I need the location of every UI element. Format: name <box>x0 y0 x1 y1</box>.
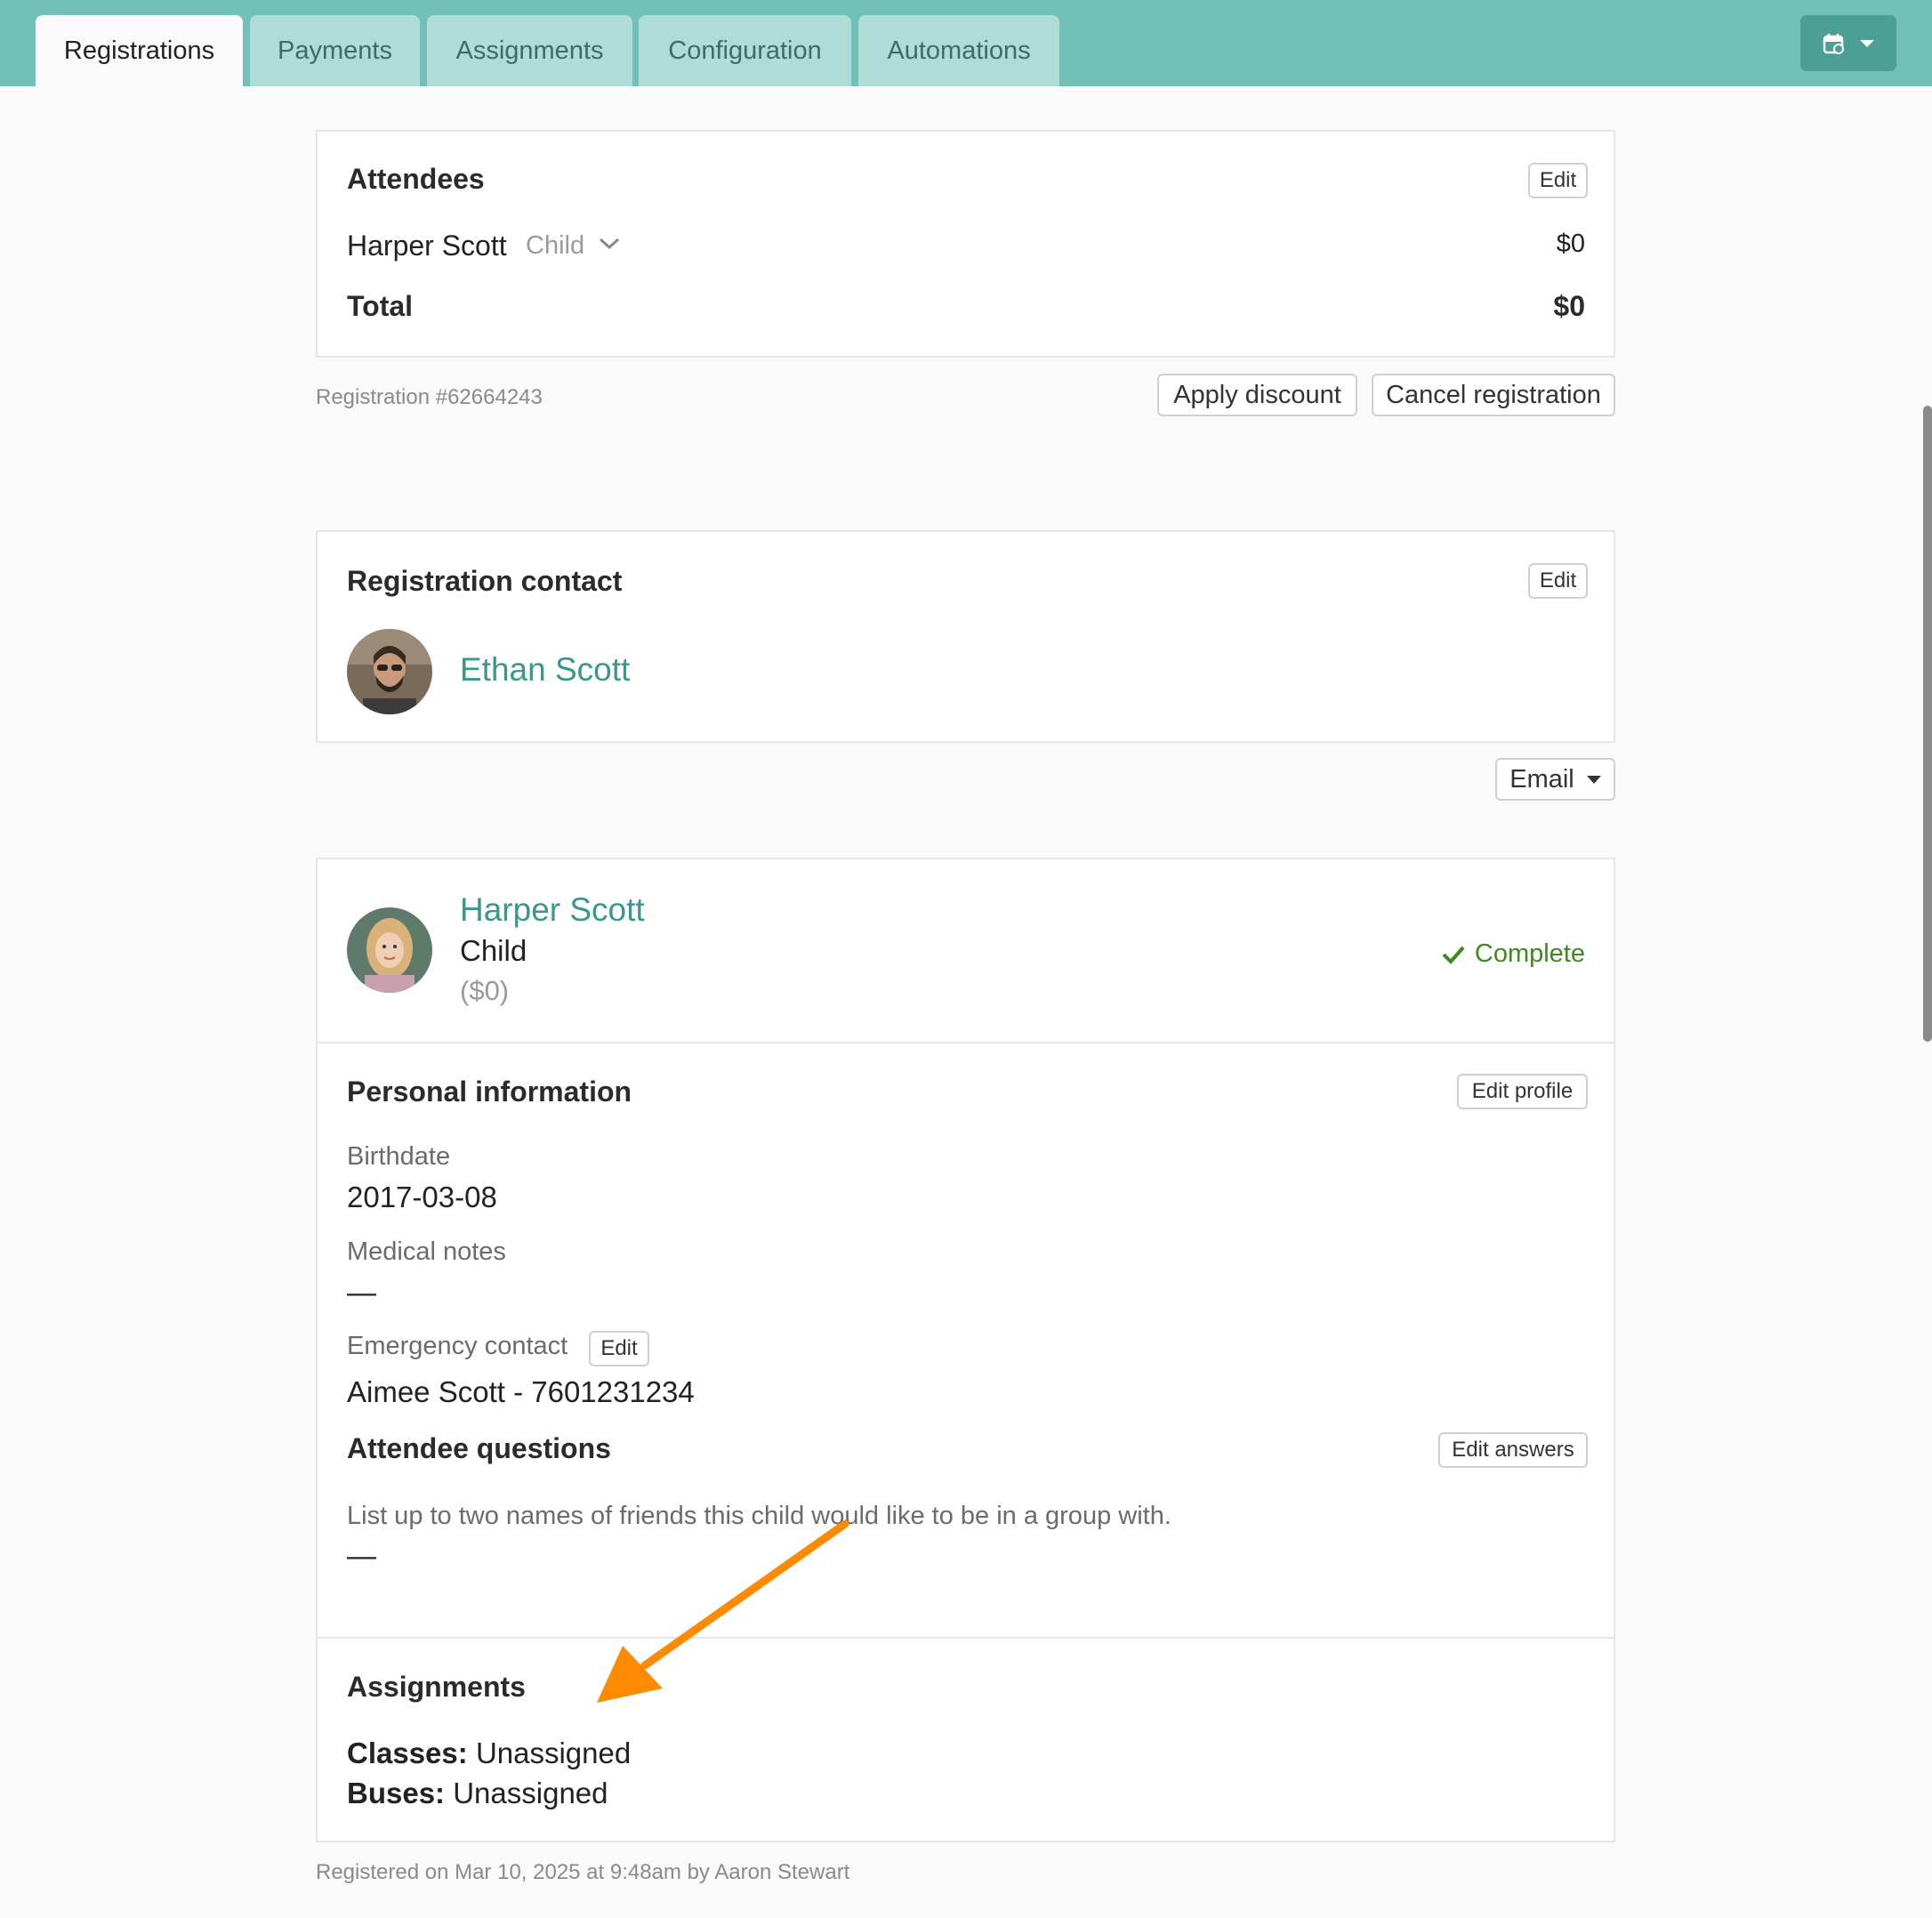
registered-on-footer: Registered on Mar 10, 2025 at 9:48am by … <box>316 1860 850 1884</box>
medical-notes-label: Medical notes <box>347 1237 506 1266</box>
classes-assignment: Classes: Unassigned <box>347 1737 631 1770</box>
tab-registrations[interactable]: Registrations <box>36 15 243 86</box>
divider <box>318 1042 1614 1044</box>
avatar[interactable] <box>347 629 432 714</box>
chevron-down-icon <box>1860 39 1874 47</box>
top-nav-bar: Registrations Payments Assignments Confi… <box>0 0 1932 86</box>
divider <box>318 1637 1614 1639</box>
email-button-label: Email <box>1509 764 1574 794</box>
chevron-down-icon[interactable] <box>599 237 620 251</box>
question-text: List up to two names of friends this chi… <box>347 1502 1171 1530</box>
apply-discount-button[interactable]: Apply discount <box>1157 374 1357 416</box>
attendee-type: Child <box>460 934 527 967</box>
tab-payments[interactable]: Payments <box>250 15 420 86</box>
calendar-link-icon <box>1823 33 1844 54</box>
birthdate-label: Birthdate <box>347 1142 451 1171</box>
calendar-menu-button[interactable] <box>1800 15 1896 71</box>
edit-attendees-button[interactable]: Edit <box>1528 163 1588 198</box>
tab-assignments[interactable]: Assignments <box>427 15 632 86</box>
attendee-amount: ($0) <box>460 975 510 1006</box>
attendees-card: Attendees Edit Harper Scott Child $0 Tot… <box>316 130 1615 358</box>
buses-value: Unassigned <box>453 1777 608 1809</box>
attendee-detail-card: Harper Scott Child ($0) Complete Persona… <box>316 858 1615 1842</box>
attendees-title: Attendees <box>347 163 485 195</box>
edit-profile-button[interactable]: Edit profile <box>1457 1074 1588 1109</box>
email-dropdown-button[interactable]: Email <box>1495 758 1615 801</box>
buses-assignment: Buses: Unassigned <box>347 1777 608 1810</box>
tab-configuration[interactable]: Configuration <box>639 15 851 86</box>
scrollbar[interactable] <box>1923 406 1932 1042</box>
emergency-contact-value: Aimee Scott - 7601231234 <box>347 1375 695 1408</box>
contact-name-link[interactable]: Ethan Scott <box>460 651 630 689</box>
attendee-row-amount: $0 <box>1556 230 1585 258</box>
question-answer: — <box>347 1539 376 1572</box>
status-label: Complete <box>1474 939 1585 968</box>
avatar[interactable] <box>347 907 432 993</box>
total-label: Total <box>347 290 414 322</box>
classes-label: Classes: <box>347 1737 468 1769</box>
caret-down-icon <box>1586 775 1601 784</box>
check-icon <box>1442 946 1465 964</box>
attendee-name-link[interactable]: Harper Scott <box>460 891 645 929</box>
status-badge: Complete <box>1441 939 1585 969</box>
personal-info-title: Personal information <box>347 1076 632 1108</box>
buses-label: Buses: <box>347 1777 446 1809</box>
registration-number: Registration #62664243 <box>316 385 543 409</box>
edit-emergency-contact-button[interactable]: Edit <box>589 1331 649 1366</box>
edit-contact-button[interactable]: Edit <box>1528 563 1588 599</box>
contact-title: Registration contact <box>347 565 623 597</box>
emergency-contact-label: Emergency contact <box>347 1332 568 1360</box>
medical-notes-value: — <box>347 1276 376 1309</box>
classes-value: Unassigned <box>475 1737 632 1769</box>
tab-automations[interactable]: Automations <box>858 15 1059 86</box>
edit-answers-button[interactable]: Edit answers <box>1438 1432 1588 1468</box>
attendee-questions-title: Attendee questions <box>347 1432 611 1464</box>
total-amount: $0 <box>1553 290 1585 322</box>
assignments-title: Assignments <box>347 1671 526 1703</box>
attendee-row-name[interactable]: Harper Scott <box>347 230 507 262</box>
birthdate-value: 2017-03-08 <box>347 1181 497 1213</box>
attendee-row-type: Child <box>526 231 585 260</box>
cancel-registration-button[interactable]: Cancel registration <box>1372 374 1615 416</box>
registration-contact-card: Registration contact Edit Ethan Scott <box>316 530 1615 743</box>
